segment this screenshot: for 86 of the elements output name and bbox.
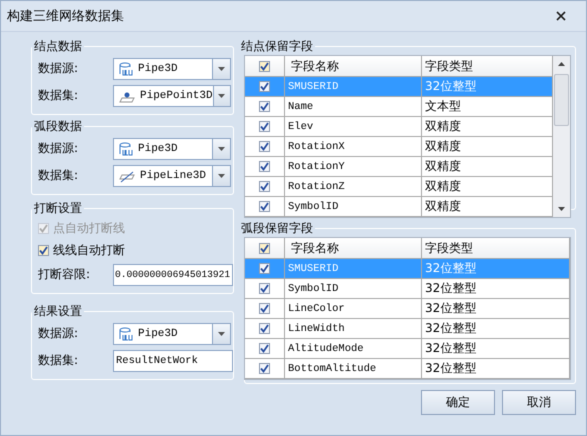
ok-button[interactable]: 确定 xyxy=(421,390,495,415)
group-title: 结点数据 xyxy=(33,38,83,55)
row-checkbox[interactable] xyxy=(259,363,270,374)
table-row[interactable]: Elev 双精度 xyxy=(245,117,553,137)
field-label: 数据集: xyxy=(38,87,80,104)
datasource-dropdown[interactable]: Pipe3D xyxy=(113,322,231,344)
datasource-dropdown[interactable]: Pipe3D xyxy=(113,58,231,80)
datasource-dropdown[interactable]: Pipe3D xyxy=(113,138,231,160)
table-row[interactable]: LineColor 32位整型 xyxy=(245,299,570,319)
scroll-up-icon[interactable] xyxy=(558,62,565,66)
dataset-dropdown[interactable]: PipePoint3D xyxy=(113,84,231,106)
table-cell: 32位整型 xyxy=(422,319,570,338)
checkbox[interactable] xyxy=(38,244,49,256)
group-title: 结果设置 xyxy=(33,303,83,320)
row-checkbox[interactable] xyxy=(259,201,270,212)
table-row[interactable]: RotationZ 双精度 xyxy=(245,177,553,197)
row-checkbox[interactable] xyxy=(259,303,270,314)
table-cell: Elev xyxy=(285,117,422,136)
table-row[interactable]: Name 文本型 xyxy=(245,97,553,117)
scrollbar[interactable] xyxy=(553,56,570,217)
dropdown-arrow-icon xyxy=(218,94,226,98)
group-title: 弧段数据 xyxy=(33,118,83,135)
table-cell: 32位整型 xyxy=(422,299,570,318)
field-label: 数据源: xyxy=(38,325,80,342)
line-dataset-icon xyxy=(119,168,135,182)
field-label: 数据源: xyxy=(38,60,80,77)
header-checkbox[interactable] xyxy=(259,242,270,254)
row-checkbox[interactable] xyxy=(259,181,270,192)
table-cell: AltitudeMode xyxy=(285,339,422,358)
table-cell: RotationX xyxy=(285,137,422,156)
close-icon[interactable] xyxy=(556,11,566,21)
table-cell: LineWidth xyxy=(285,319,422,338)
row-checkbox[interactable] xyxy=(259,141,270,152)
table-row[interactable]: RotationX 双精度 xyxy=(245,137,553,157)
table-cell: RotationZ xyxy=(285,177,422,196)
field-label: 数据集: xyxy=(38,167,80,184)
table-row[interactable]: SymbolID 双精度 xyxy=(245,197,553,217)
table-cell: 32位整型 xyxy=(422,359,570,378)
field-label: 数据源: xyxy=(38,140,80,157)
table-cell: LineColor xyxy=(285,299,422,318)
dataset-dropdown[interactable]: PipeLine3D xyxy=(113,164,231,186)
cancel-button[interactable]: 取消 xyxy=(502,390,576,415)
table-cell: SymbolID xyxy=(285,197,422,216)
database-icon xyxy=(119,142,133,156)
table-cell: SMUSERID xyxy=(285,259,422,278)
table-cell: SymbolID xyxy=(285,279,422,298)
column-header[interactable]: 字段名称 xyxy=(285,56,422,76)
row-checkbox[interactable] xyxy=(259,343,270,354)
database-icon xyxy=(119,326,133,340)
table-cell: RotationY xyxy=(285,157,422,176)
dropdown-arrow-icon xyxy=(218,66,225,70)
table-cell: 32位整型 xyxy=(422,279,570,298)
column-header[interactable]: 字段名称 xyxy=(285,238,422,258)
tolerance-field[interactable]: 0.000000006945013921 xyxy=(113,264,233,286)
table-cell: SMUSERID xyxy=(285,77,422,96)
group-title: 弧段保留字段 xyxy=(240,220,314,237)
dropdown-arrow-icon xyxy=(218,174,225,178)
header-checkbox[interactable] xyxy=(259,60,270,72)
table-row[interactable]: BottomAltitude 32位整型 xyxy=(245,359,570,379)
row-checkbox[interactable] xyxy=(259,101,270,112)
field-label: 打断容限: xyxy=(38,266,92,283)
table-row[interactable]: LineWidth 32位整型 xyxy=(245,319,570,339)
dropdown-arrow-icon xyxy=(218,332,225,336)
dropdown-arrow-icon xyxy=(218,146,225,150)
scroll-down-icon[interactable] xyxy=(558,207,565,211)
row-checkbox[interactable] xyxy=(259,263,270,274)
table-row[interactable]: RotationY 双精度 xyxy=(245,157,553,177)
table-cell: BottomAltitude xyxy=(285,359,422,378)
table-row[interactable]: AltitudeMode 32位整型 xyxy=(245,339,570,359)
table-cell: 32位整型 xyxy=(422,259,570,278)
row-checkbox[interactable] xyxy=(259,323,270,334)
group-title: 打断设置 xyxy=(33,200,83,217)
row-checkbox[interactable] xyxy=(259,81,270,92)
field-label: 数据集: xyxy=(38,352,80,369)
database-icon xyxy=(119,62,133,76)
row-checkbox[interactable] xyxy=(259,121,270,132)
checkbox-option[interactable]: 线线自动打断 xyxy=(38,239,233,261)
group-title: 结点保留字段 xyxy=(240,38,314,55)
row-checkbox[interactable] xyxy=(259,161,270,172)
table-cell: Name xyxy=(285,97,422,116)
dataset-name-field[interactable]: ResultNetWork xyxy=(113,350,233,372)
window-title: 构建三维网络数据集 xyxy=(7,8,124,25)
table-cell: 32位整型 xyxy=(422,339,570,358)
row-checkbox[interactable] xyxy=(259,283,270,294)
table-row[interactable]: SymbolID 32位整型 xyxy=(245,279,570,299)
column-header[interactable]: 字段类型 xyxy=(422,238,570,258)
